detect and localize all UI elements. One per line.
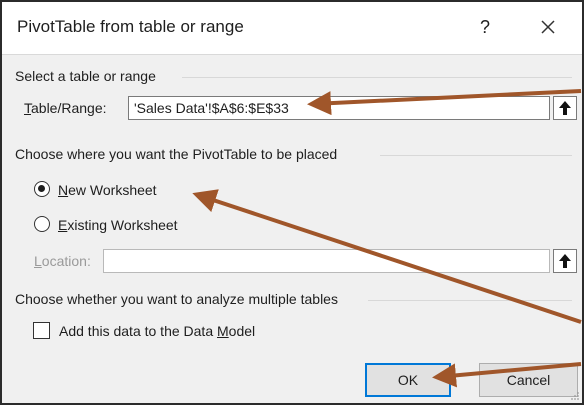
annotation-arrow-range [307,89,582,116]
annotation-arrow-new-worksheet [192,189,582,324]
annotation-arrows [192,89,582,388]
annotation-arrow-ok [432,362,582,388]
